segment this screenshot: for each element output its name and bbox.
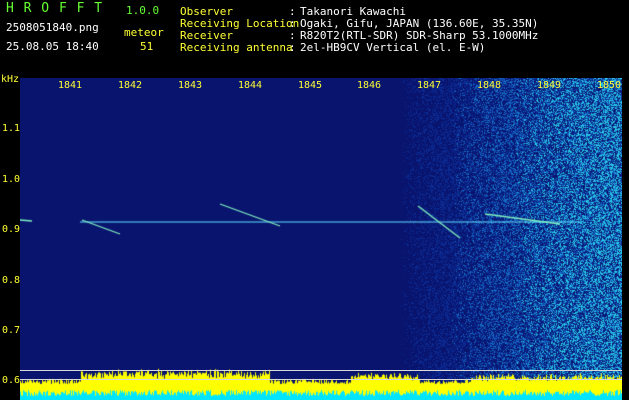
- meteor-count: 51: [140, 40, 154, 53]
- app-version: 1.0.0: [126, 4, 160, 17]
- datetime: 25.08.05 18:40: [6, 40, 99, 53]
- y-tick-1.1: 1.1: [1, 123, 20, 134]
- y-tick-0.7: 0.7: [1, 325, 20, 336]
- info-value-antenna: 2el-HB9CV Vertical (el. E-W): [300, 41, 486, 54]
- x-tick-1847: 1847: [417, 80, 442, 91]
- x-tick-1848: 1848: [477, 80, 502, 91]
- info-label-antenna: Receiving antenna: [180, 41, 293, 54]
- meteor-label: meteor: [124, 26, 164, 39]
- info-sep-antenna: :: [289, 41, 296, 54]
- x-tick-1844: 1844: [238, 80, 263, 91]
- reference-line-lower: [20, 379, 622, 380]
- x-tick-1841: 1841: [58, 80, 83, 91]
- x-tick-1846: 1846: [357, 80, 382, 91]
- app-title: H R O F F T: [6, 1, 104, 16]
- x-tick-1845: 1845: [298, 80, 323, 91]
- x-tick-1842: 1842: [118, 80, 143, 91]
- reference-line-upper: [20, 370, 622, 371]
- y-tick-0.6: 0.6: [1, 375, 20, 386]
- y-tick-0.9: 0.9: [1, 224, 20, 235]
- y-tick-1.0: 1.0: [1, 174, 20, 185]
- spectrogram-plot: [20, 78, 622, 400]
- x-tick-1850: 1850: [597, 80, 622, 91]
- filename: 2508051840.png: [6, 21, 99, 34]
- y-axis-unit: kHz: [1, 74, 20, 85]
- x-tick-1849: 1849: [537, 80, 562, 91]
- x-tick-1843: 1843: [178, 80, 203, 91]
- y-tick-0.8: 0.8: [1, 275, 20, 286]
